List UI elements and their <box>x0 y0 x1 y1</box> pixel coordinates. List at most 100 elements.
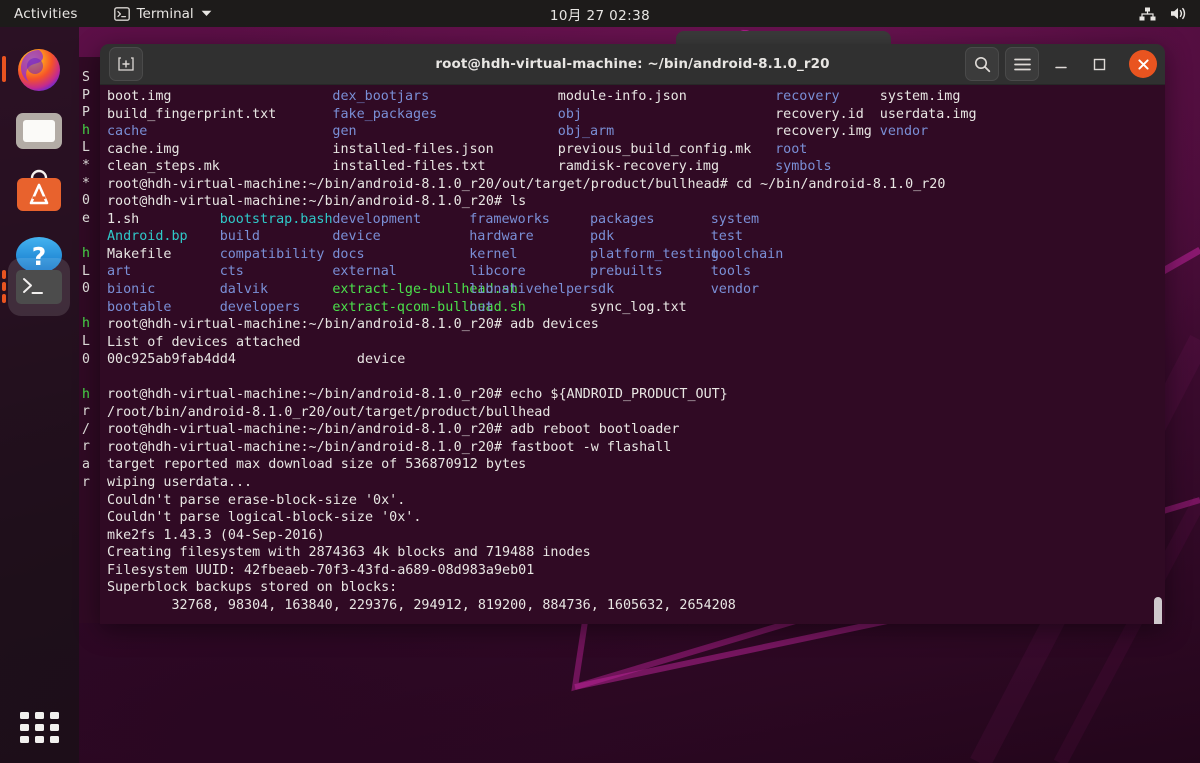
search-button[interactable] <box>965 47 999 81</box>
close-button[interactable] <box>1129 50 1157 78</box>
terminal-text: 32768, 98304, 163840, 229376, 294912, 81… <box>107 597 736 613</box>
clock[interactable]: 10月 27 02:38 <box>0 4 1200 24</box>
terminal-titlebar[interactable]: root@hdh-virtual-machine: ~/bin/android-… <box>100 44 1165 85</box>
terminal-text: Makefile <box>107 246 172 262</box>
terminal-text: root@hdh-virtual-machine:~/bin/android-8… <box>107 439 672 455</box>
terminal-scrollbar[interactable] <box>1154 597 1162 624</box>
terminal-output[interactable]: boot.img dex_bootjars module-info.json reco… <box>100 85 1165 624</box>
grid-dot <box>34 711 44 719</box>
terminal-text: List of devices attached <box>107 334 301 350</box>
terminal-line: root@hdh-virtual-machine:~/bin/android-8… <box>107 193 1165 211</box>
terminal-app-icon <box>16 270 62 304</box>
terminal-text: 00c925ab9fab4dd4 device <box>107 352 406 368</box>
terminal-text: ramdisk-recovery.img <box>557 159 720 175</box>
grid-dot <box>49 735 59 743</box>
terminal-text: Android.bp <box>107 229 188 245</box>
grid-dot <box>19 735 29 743</box>
terminal-line: bionic dalvik extract-lge-bullhead.shlibna… <box>107 281 1165 299</box>
dock-item-files[interactable] <box>11 103 67 159</box>
show-applications-button[interactable] <box>17 705 61 749</box>
terminal-line: target reported max download size of 536… <box>107 456 1165 474</box>
terminal-line: clean_steps.mk installed-files.txt ramdisk… <box>107 158 1165 176</box>
terminal-text: build <box>219 229 260 245</box>
running-indicator-terminal-1 <box>2 270 6 279</box>
volume-icon[interactable] <box>1170 6 1188 21</box>
grid-dot <box>49 711 59 719</box>
terminal-text: root@hdh-virtual-machine:~/bin/android-8… <box>107 317 599 333</box>
terminal-line: Android.bp build device hardware pdk test <box>107 228 1165 246</box>
terminal-text: cache.img <box>107 141 180 157</box>
dock-item-terminal[interactable] <box>8 258 70 316</box>
terminal-text: userdata.img <box>879 106 977 122</box>
terminal-text: root@hdh-virtual-machine:~/bin/android-8… <box>107 194 527 210</box>
terminal-text: vendor <box>710 282 760 298</box>
terminal-text: wiping userdata... <box>107 475 253 491</box>
hamburger-menu-icon <box>1013 58 1031 70</box>
terminal-text: bootstrap.bash <box>219 211 333 227</box>
terminal-text: out <box>469 299 494 315</box>
terminal-text: extract-qcom-bullhead.sh <box>332 299 526 315</box>
terminal-text: sdk <box>589 282 615 298</box>
terminal-text: previous_build_config.mk <box>557 141 752 157</box>
terminal-text: cts <box>219 264 244 280</box>
terminal-line: root@hdh-virtual-machine:~/bin/android-8… <box>107 439 1165 457</box>
network-icon[interactable] <box>1139 7 1156 21</box>
terminal-text: hardware <box>469 229 534 245</box>
minimize-button[interactable] <box>1045 48 1077 80</box>
terminal-text: development <box>332 211 422 227</box>
terminal-text: toolchain <box>710 246 784 262</box>
terminal-line: bootable developers extract-qcom-bullhead.… <box>107 299 1165 317</box>
terminal-text: root@hdh-virtual-machine:~/bin/android-8… <box>107 176 946 192</box>
terminal-text: 1.sh <box>107 211 140 227</box>
new-tab-icon <box>118 57 134 71</box>
terminal-text: frameworks <box>469 211 550 227</box>
terminal-line: cache.img installed-files.json previous_bu… <box>107 141 1165 159</box>
grid-dot <box>34 723 44 731</box>
hamburger-menu-button[interactable] <box>1005 47 1039 81</box>
terminal-text: build_fingerprint.txt <box>107 106 277 122</box>
terminal-text: bootable <box>107 299 172 315</box>
terminal-text: root@hdh-virtual-machine:~/bin/android-8… <box>107 387 728 403</box>
running-indicator-firefox <box>2 56 6 82</box>
top-panel: Activities Terminal 10月 27 02:38 <box>0 0 1200 27</box>
terminal-text: docs <box>332 246 365 262</box>
terminal-text: mke2fs 1.43.3 (04-Sep-2016) <box>107 527 325 543</box>
terminal-text: installed-files.txt <box>332 159 486 175</box>
titlebar-controls <box>965 47 1157 81</box>
terminal-line: boot.img dex_bootjars module-info.json reco… <box>107 88 1165 106</box>
terminal-window: root@hdh-virtual-machine: ~/bin/android-… <box>100 44 1165 624</box>
dock-item-ubuntu-software[interactable] <box>11 165 67 221</box>
system-tray[interactable] <box>1139 6 1188 21</box>
new-tab-button[interactable] <box>109 47 143 81</box>
maximize-button[interactable] <box>1083 48 1115 80</box>
grid-dot <box>34 735 44 743</box>
terminal-text: developers <box>219 299 301 315</box>
terminal-text: Couldn't parse logical-block-size '0x'. <box>107 510 422 526</box>
terminal-line: root@hdh-virtual-machine:~/bin/android-8… <box>107 176 1165 194</box>
terminal-line: root@hdh-virtual-machine:~/bin/android-8… <box>107 386 1165 404</box>
terminal-text: Creating filesystem with 2874363 4k bloc… <box>107 545 591 561</box>
terminal-text: device <box>332 229 381 245</box>
dock-item-firefox[interactable] <box>11 41 67 97</box>
search-icon <box>974 56 990 72</box>
terminal-line: Couldn't parse erase-block-size '0x'. <box>107 492 1165 510</box>
terminal-text: dalvik <box>219 282 269 298</box>
terminal-text: Couldn't parse erase-block-size '0x'. <box>107 492 406 508</box>
terminal-text: vendor <box>879 124 929 140</box>
terminal-text: art <box>107 264 132 280</box>
terminal-text: root@hdh-virtual-machine:~/bin/android-8… <box>107 422 680 438</box>
terminal-text: extract-lge-bullhead.sh <box>332 282 518 298</box>
terminal-text: test <box>710 229 743 245</box>
terminal-line: 32768, 98304, 163840, 229376, 294912, 81… <box>107 597 1165 615</box>
terminal-line: Creating filesystem with 2874363 4k bloc… <box>107 544 1165 562</box>
terminal-text: platform_testing <box>589 246 719 262</box>
terminal-text: sync_log.txt <box>589 299 687 315</box>
terminal-text: recovery.id <box>775 106 864 122</box>
terminal-text: pdk <box>589 229 615 245</box>
terminal-text: system.img <box>879 89 961 104</box>
terminal-text: obj_arm <box>557 124 615 140</box>
terminal-line: Makefile compatibility docs kernel platform_… <box>107 246 1165 264</box>
terminal-text: Filesystem UUID: 42fbeaeb-70f3-43fd-a689… <box>107 562 535 578</box>
